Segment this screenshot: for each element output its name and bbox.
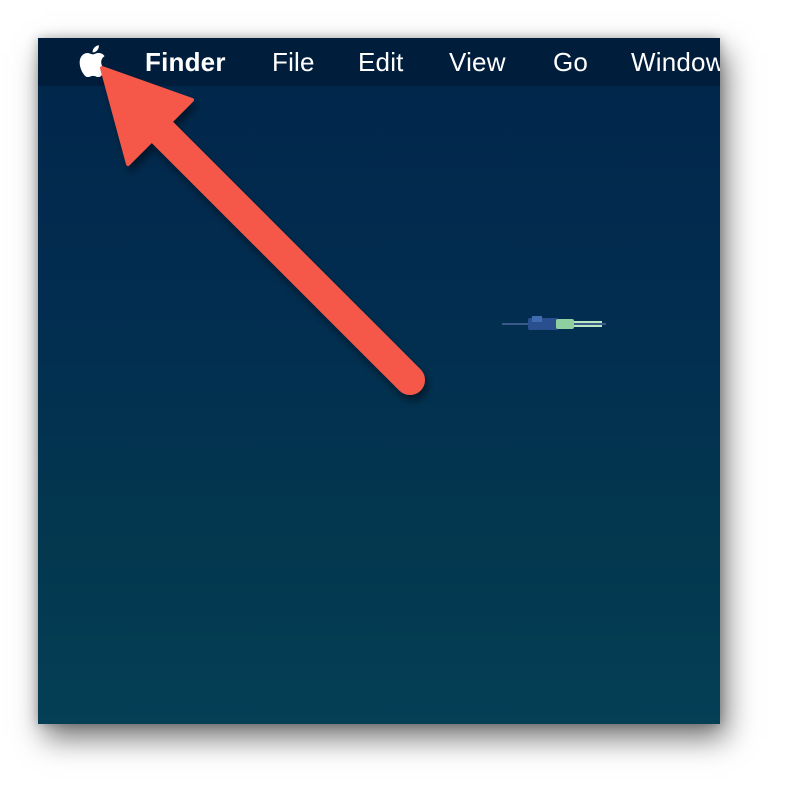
menu-bar: Finder File Edit View Go Window bbox=[38, 38, 720, 86]
apple-menu-icon[interactable] bbox=[78, 45, 106, 77]
menu-app-name[interactable]: Finder bbox=[145, 47, 226, 77]
menu-item-view[interactable]: View bbox=[449, 47, 506, 77]
menu-item-window[interactable]: Window bbox=[631, 47, 720, 77]
menu-item-edit[interactable]: Edit bbox=[358, 47, 404, 77]
menu-item-file[interactable]: File bbox=[272, 47, 315, 77]
menu-item-go[interactable]: Go bbox=[553, 47, 588, 77]
screenshot-frame: Finder File Edit View Go Window bbox=[38, 38, 720, 724]
satellite-icon bbox=[502, 316, 606, 330]
